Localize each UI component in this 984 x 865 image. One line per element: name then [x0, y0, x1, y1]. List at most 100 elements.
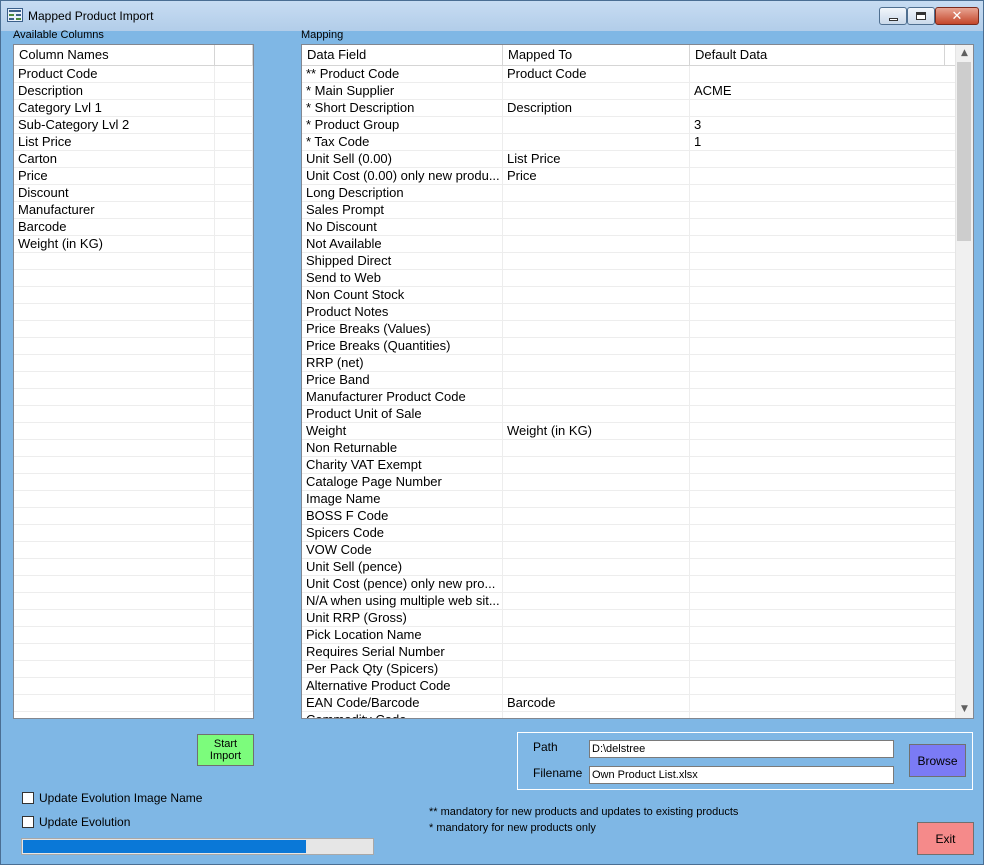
- table-row[interactable]: [14, 559, 253, 576]
- mapped-to-cell[interactable]: [503, 576, 690, 593]
- data-field-cell[interactable]: Product Notes: [302, 304, 503, 321]
- table-row[interactable]: Weight (in KG): [14, 236, 253, 253]
- column-name-cell[interactable]: [14, 406, 215, 423]
- table-row[interactable]: [14, 491, 253, 508]
- mapped-to-cell[interactable]: [503, 406, 690, 423]
- data-field-cell[interactable]: Charity VAT Exempt: [302, 457, 503, 474]
- table-row[interactable]: [14, 355, 253, 372]
- table-row[interactable]: [14, 508, 253, 525]
- table-row[interactable]: [14, 644, 253, 661]
- data-field-cell[interactable]: Long Description: [302, 185, 503, 202]
- table-row[interactable]: Category Lvl 1: [14, 100, 253, 117]
- column-name-cell[interactable]: [14, 627, 215, 644]
- column-name-cell[interactable]: [14, 287, 215, 304]
- mapping-grid[interactable]: Data Field Mapped To Default Data ** Pro…: [301, 44, 974, 719]
- table-row[interactable]: [14, 593, 253, 610]
- mapped-to-cell[interactable]: [503, 712, 690, 718]
- default-data-cell[interactable]: [690, 474, 957, 491]
- default-data-cell[interactable]: [690, 202, 957, 219]
- exit-button[interactable]: Exit: [917, 822, 974, 855]
- table-row[interactable]: Spicers Code: [302, 525, 957, 542]
- mapped-to-cell[interactable]: [503, 627, 690, 644]
- mapped-to-cell[interactable]: [503, 644, 690, 661]
- column-name-cell[interactable]: Category Lvl 1: [14, 100, 215, 117]
- mapped-to-cell[interactable]: [503, 304, 690, 321]
- path-input[interactable]: D:\delstree: [589, 740, 894, 758]
- column-name-cell[interactable]: [14, 508, 215, 525]
- mapped-to-cell[interactable]: Description: [503, 100, 690, 117]
- table-row[interactable]: List Price: [14, 134, 253, 151]
- column-name-cell[interactable]: [14, 423, 215, 440]
- data-field-cell[interactable]: Per Pack Qty (Spicers): [302, 661, 503, 678]
- column-name-cell[interactable]: [14, 338, 215, 355]
- mapped-to-cell[interactable]: [503, 525, 690, 542]
- mapped-to-cell[interactable]: [503, 593, 690, 610]
- default-data-cell[interactable]: [690, 525, 957, 542]
- default-data-cell[interactable]: [690, 219, 957, 236]
- mapped-to-cell[interactable]: [503, 474, 690, 491]
- table-row[interactable]: Cataloge Page Number: [302, 474, 957, 491]
- table-row[interactable]: [14, 661, 253, 678]
- table-row[interactable]: RRP (net): [302, 355, 957, 372]
- mapped-to-cell[interactable]: [503, 202, 690, 219]
- default-data-cell[interactable]: [690, 66, 957, 83]
- table-row[interactable]: [14, 457, 253, 474]
- default-data-cell[interactable]: [690, 253, 957, 270]
- column-name-cell[interactable]: [14, 695, 215, 712]
- minimize-button[interactable]: [879, 7, 907, 25]
- mapped-to-cell[interactable]: [503, 559, 690, 576]
- table-row[interactable]: * Short Description Description: [302, 100, 957, 117]
- default-data-cell[interactable]: [690, 355, 957, 372]
- mapped-to-cell[interactable]: [503, 678, 690, 695]
- table-row[interactable]: [14, 423, 253, 440]
- table-row[interactable]: Description: [14, 83, 253, 100]
- column-name-cell[interactable]: [14, 440, 215, 457]
- column-name-cell[interactable]: [14, 542, 215, 559]
- table-row[interactable]: Unit Sell (0.00) List Price: [302, 151, 957, 168]
- mapped-to-cell[interactable]: [503, 542, 690, 559]
- table-row[interactable]: [14, 270, 253, 287]
- data-field-cell[interactable]: Unit Sell (0.00): [302, 151, 503, 168]
- table-row[interactable]: * Main Supplier ACME: [302, 83, 957, 100]
- mapped-to-cell[interactable]: List Price: [503, 151, 690, 168]
- table-row[interactable]: Unit Cost (0.00) only new produ... Price: [302, 168, 957, 185]
- mapped-to-cell[interactable]: [503, 491, 690, 508]
- table-row[interactable]: Requires Serial Number: [302, 644, 957, 661]
- column-name-cell[interactable]: [14, 389, 215, 406]
- mapped-to-cell[interactable]: [503, 83, 690, 100]
- table-row[interactable]: Price Breaks (Values): [302, 321, 957, 338]
- start-import-button[interactable]: Start Import: [197, 734, 254, 766]
- table-row[interactable]: Manufacturer Product Code: [302, 389, 957, 406]
- table-row[interactable]: Per Pack Qty (Spicers): [302, 661, 957, 678]
- scroll-up-icon[interactable]: ▲: [956, 45, 973, 62]
- mapped-to-cell[interactable]: Price: [503, 168, 690, 185]
- data-field-cell[interactable]: Price Band: [302, 372, 503, 389]
- default-data-cell[interactable]: [690, 627, 957, 644]
- table-row[interactable]: Non Count Stock: [302, 287, 957, 304]
- default-data-cell[interactable]: [690, 559, 957, 576]
- default-data-cell[interactable]: [690, 304, 957, 321]
- update-evolution-checkbox[interactable]: [22, 816, 34, 828]
- mapped-to-cell[interactable]: [503, 457, 690, 474]
- data-field-cell[interactable]: Unit Cost (pence) only new pro...: [302, 576, 503, 593]
- data-field-cell[interactable]: Cataloge Page Number: [302, 474, 503, 491]
- data-field-cell[interactable]: Unit RRP (Gross): [302, 610, 503, 627]
- mapped-to-cell[interactable]: [503, 236, 690, 253]
- default-data-cell[interactable]: [690, 168, 957, 185]
- column-name-cell[interactable]: [14, 661, 215, 678]
- table-row[interactable]: [14, 287, 253, 304]
- mapped-to-cell[interactable]: [503, 287, 690, 304]
- table-row[interactable]: Manufacturer: [14, 202, 253, 219]
- table-row[interactable]: [14, 695, 253, 712]
- column-name-cell[interactable]: Product Code: [14, 66, 215, 83]
- column-name-cell[interactable]: Weight (in KG): [14, 236, 215, 253]
- data-field-cell[interactable]: N/A when using multiple web sit...: [302, 593, 503, 610]
- data-field-cell[interactable]: Spicers Code: [302, 525, 503, 542]
- table-row[interactable]: * Product Group 3: [302, 117, 957, 134]
- table-row[interactable]: ** Product Code Product Code: [302, 66, 957, 83]
- column-name-cell[interactable]: [14, 593, 215, 610]
- column-name-cell[interactable]: [14, 253, 215, 270]
- column-name-cell[interactable]: [14, 457, 215, 474]
- default-data-cell[interactable]: [690, 321, 957, 338]
- data-field-cell[interactable]: ** Product Code: [302, 66, 503, 83]
